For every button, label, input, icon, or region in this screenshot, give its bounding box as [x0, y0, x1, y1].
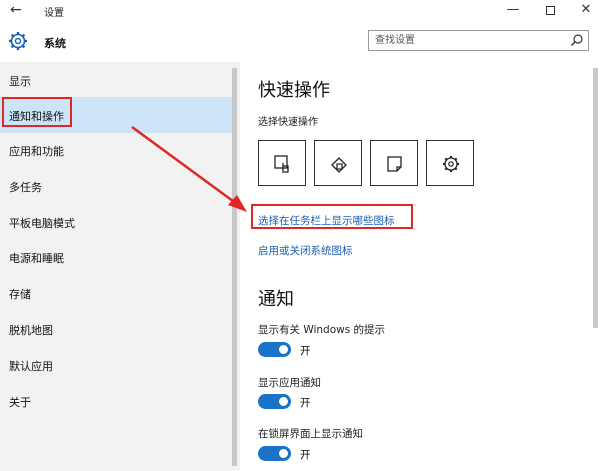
sidebar-item-label: 存储	[9, 288, 31, 301]
toggle-label-windows-tips: 显示有关 Windows 的提示	[258, 324, 386, 336]
quick-action-tile-connect[interactable]	[314, 140, 362, 186]
app-notifications-toggle[interactable]	[258, 394, 291, 409]
search-icon[interactable]	[570, 33, 584, 47]
connect-icon	[331, 157, 347, 173]
sidebar-item-label: 关于	[9, 396, 31, 409]
quick-action-tile-note[interactable]	[370, 140, 418, 186]
sidebar-item-tablet-mode[interactable]: 平板电脑模式	[0, 204, 232, 240]
sidebar-item-label: 脱机地图	[9, 324, 53, 337]
toggle-state: 开	[300, 345, 311, 357]
toggle-label-lock-screen: 在锁屏界面上显示通知	[258, 428, 363, 440]
quick-action-tile-tablet[interactable]	[258, 140, 306, 186]
windows-tips-toggle[interactable]	[258, 342, 291, 357]
quick-actions-heading: 快速操作	[258, 80, 330, 101]
sidebar-item-display[interactable]: 显示	[0, 62, 232, 98]
toggle-knob	[279, 449, 288, 458]
content-scrollbar[interactable]	[593, 68, 598, 328]
sidebar-item-default-apps[interactable]: 默认应用	[0, 347, 232, 383]
gear-icon	[9, 32, 27, 50]
toggle-state: 开	[300, 397, 311, 409]
window-title: 设置	[44, 8, 64, 19]
toggle-knob	[279, 397, 288, 406]
maximize-icon	[545, 6, 555, 15]
system-icons-link[interactable]: 启用或关闭系统图标	[258, 243, 353, 258]
sidebar-item-power-sleep[interactable]: 电源和睡眠	[0, 239, 232, 275]
highlight-box-sidebar	[2, 97, 72, 127]
sidebar-item-label: 多任务	[9, 181, 42, 194]
sidebar-item-label: 默认应用	[9, 360, 53, 373]
choose-quick-actions-label: 选择快速操作	[258, 117, 318, 128]
note-icon	[387, 156, 402, 172]
notifications-heading: 通知	[258, 289, 294, 310]
toggle-label-app-notifications: 显示应用通知	[258, 377, 321, 389]
page-header: 系统	[0, 22, 600, 62]
minimize-button[interactable]: —	[503, 2, 523, 17]
title-bar: ← 设置 — ✕	[0, 0, 600, 22]
sidebar-scrollbar[interactable]	[232, 68, 237, 466]
quick-action-tile-settings[interactable]	[426, 140, 474, 186]
sidebar-item-label: 应用和功能	[9, 145, 64, 158]
tablet-mode-icon	[274, 155, 289, 173]
lock-screen-notifications-toggle[interactable]	[258, 446, 291, 461]
maximize-button[interactable]	[540, 2, 560, 19]
settings-icon	[443, 156, 459, 172]
sidebar-item-multitasking[interactable]: 多任务	[0, 168, 232, 204]
sidebar-item-storage[interactable]: 存储	[0, 275, 232, 311]
sidebar-item-offline-maps[interactable]: 脱机地图	[0, 311, 232, 347]
sidebar-item-label: 显示	[9, 75, 31, 88]
toggle-knob	[279, 345, 288, 354]
sidebar-item-apps-features[interactable]: 应用和功能	[0, 132, 232, 168]
close-button[interactable]: ✕	[576, 2, 596, 17]
sidebar-item-label: 电源和睡眠	[9, 252, 64, 265]
page-title: 系统	[44, 37, 66, 50]
search-box[interactable]	[368, 30, 589, 51]
search-input[interactable]	[375, 33, 565, 48]
sidebar-item-about[interactable]: 关于	[0, 383, 232, 419]
highlight-box-link	[251, 204, 413, 229]
sidebar-item-label: 平板电脑模式	[9, 217, 75, 230]
toggle-state: 开	[300, 449, 311, 461]
back-arrow-icon[interactable]: ←	[10, 2, 22, 18]
content-pane: 快速操作 选择快速操作 选择在任务栏上显示哪些图标 启用或关闭系统图标 通知 显…	[240, 62, 600, 471]
